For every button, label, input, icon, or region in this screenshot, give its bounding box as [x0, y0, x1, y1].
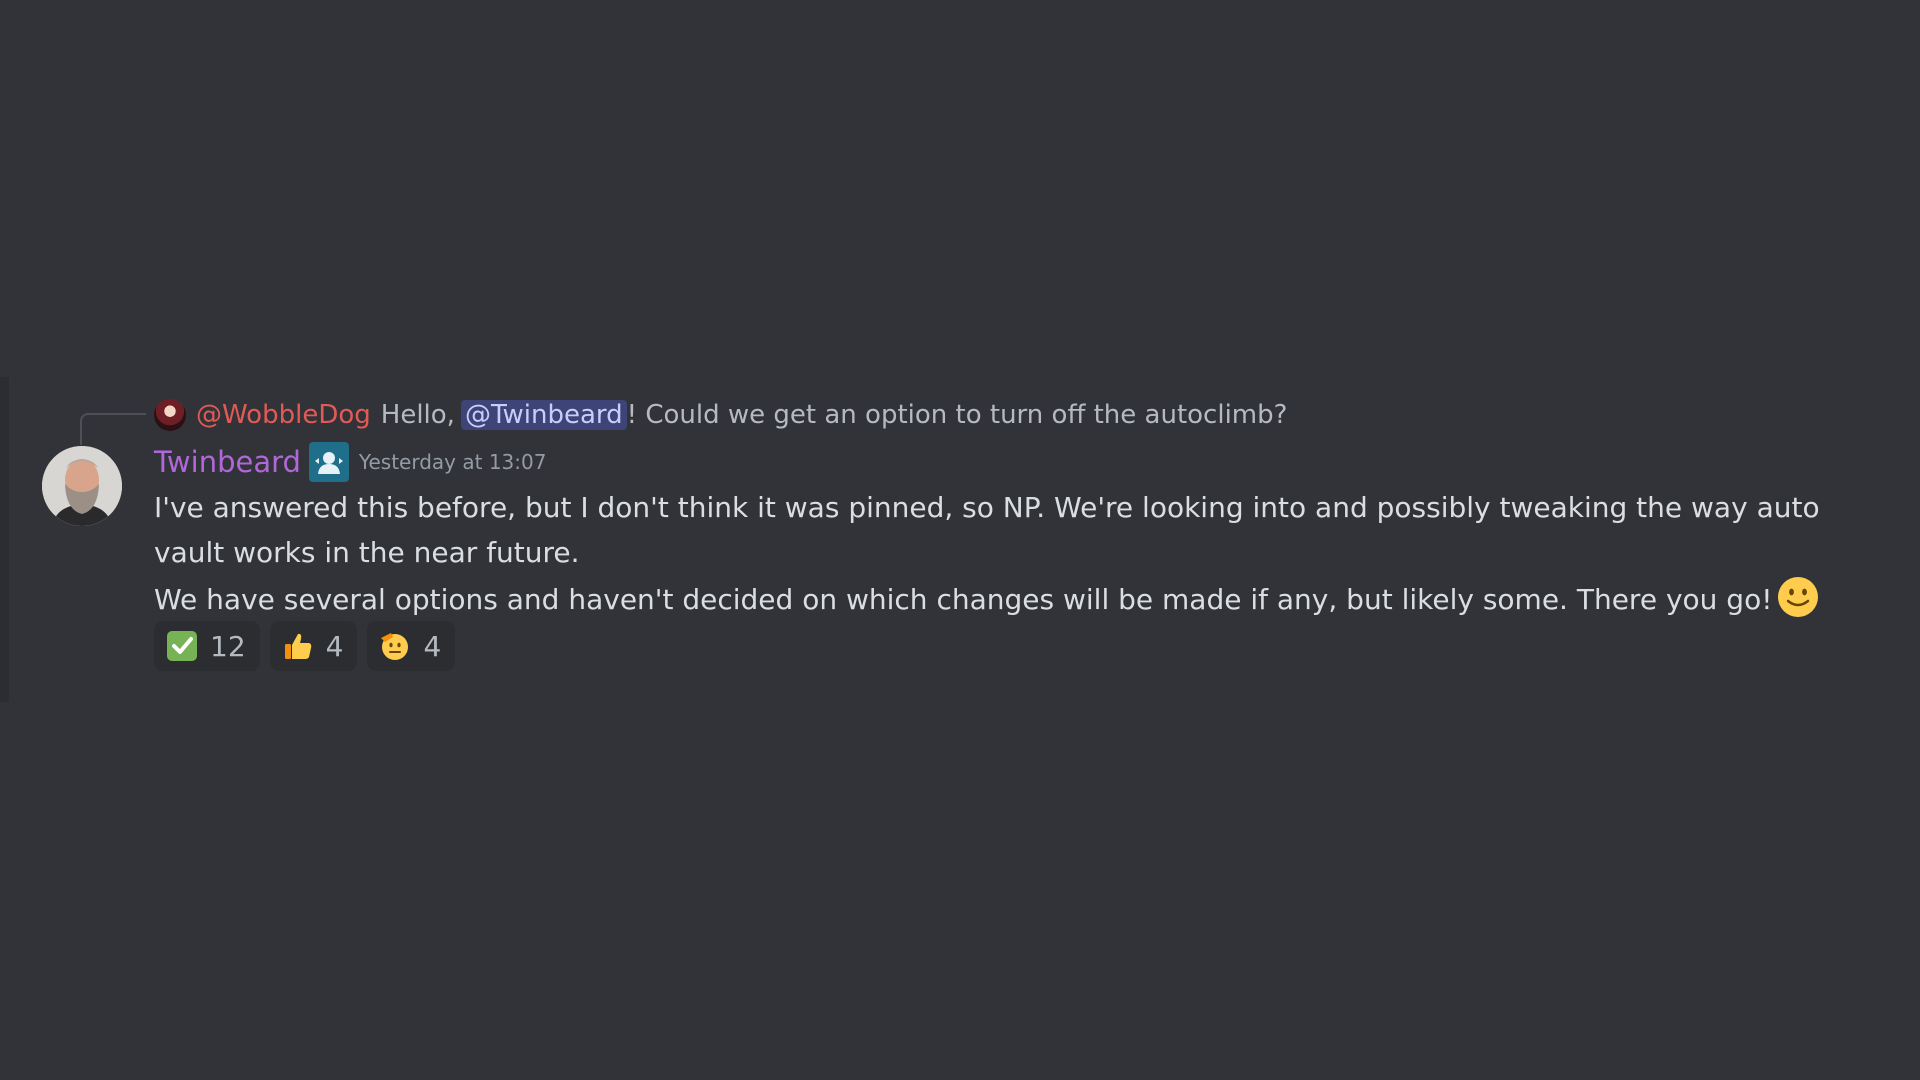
reaction-bar: 12 4 4	[154, 621, 456, 671]
message-header: Twinbeard Yesterday at 13:07	[154, 440, 546, 484]
author-username[interactable]: Twinbeard	[154, 445, 301, 479]
slightly-smiling-face-icon[interactable]	[1776, 575, 1820, 619]
reply-connector-line	[80, 413, 146, 445]
author-avatar[interactable]	[42, 446, 122, 526]
white-check-mark-icon	[167, 631, 197, 661]
message-paragraph-2-text: We have several options and haven't deci…	[154, 583, 1773, 616]
reply-mention[interactable]: @Twinbeard	[460, 400, 627, 430]
saluting-face-icon	[381, 633, 409, 660]
reply-text-end: ! Could we get an option to turn off the…	[626, 400, 1288, 430]
message-paragraph-2: We have several options and haven't deci…	[154, 575, 1874, 622]
reaction-count: 4	[423, 629, 442, 663]
reaction-salute[interactable]: 4	[367, 621, 456, 671]
reaction-thumbs-up[interactable]: 4	[269, 621, 358, 671]
reaction-count: 12	[210, 629, 246, 663]
reply-author-avatar[interactable]	[154, 399, 186, 431]
chat-message[interactable]: @WobbleDog Hello, @Twinbeard ! Could we …	[0, 377, 1920, 702]
message-timestamp[interactable]: Yesterday at 13:07	[359, 450, 547, 474]
message-content: I've answered this before, but I don't t…	[154, 485, 1874, 622]
reply-preview[interactable]: @WobbleDog Hello, @Twinbeard ! Could we …	[154, 397, 1287, 433]
thumbs-up-icon	[284, 633, 311, 659]
reaction-check[interactable]: 12	[154, 621, 260, 671]
reaction-count: 4	[325, 629, 344, 663]
message-paragraph-1: I've answered this before, but I don't t…	[154, 491, 1820, 569]
role-icon[interactable]	[308, 442, 349, 482]
reply-author-name[interactable]: @WobbleDog	[196, 400, 371, 430]
reply-text-start: Hello,	[380, 400, 455, 430]
